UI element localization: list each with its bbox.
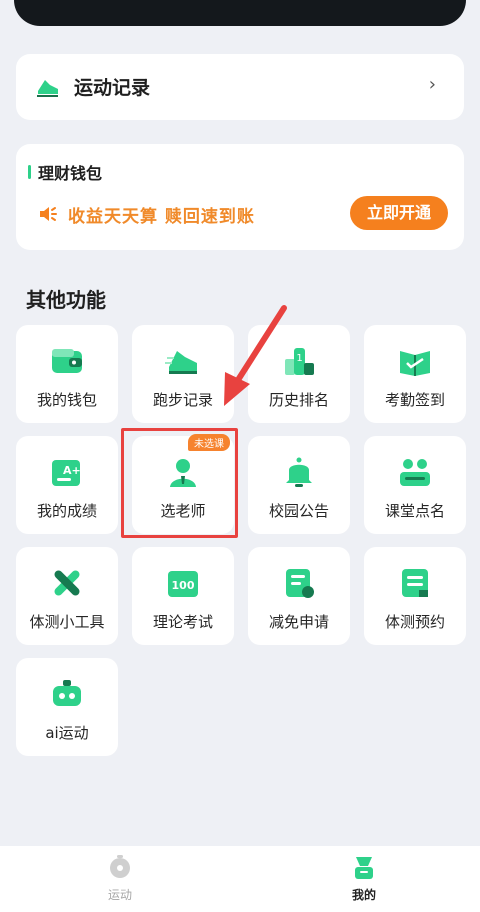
attendance-icon	[400, 351, 430, 376]
chevron-right-icon: ›	[428, 74, 436, 95]
svg-text:1: 1	[296, 353, 302, 364]
function-tile-running-record[interactable]: 跑步记录	[132, 325, 234, 423]
stopwatch-icon	[110, 855, 130, 878]
function-tile-theory-exam[interactable]: 100 理论考试	[132, 547, 234, 645]
exercise-record-card[interactable]: 运动记录 ›	[16, 54, 464, 120]
wallet-promo-text: 收益天天算 赎回速到账	[68, 207, 255, 227]
function-tile-ai-sport[interactable]: ai运动	[16, 658, 118, 756]
function-tile-my-grades[interactable]: A+ 我的成绩	[16, 436, 118, 534]
function-tile-attendance[interactable]: 考勤签到	[364, 325, 466, 423]
tile-label: 跑步记录	[152, 391, 213, 409]
tools-icon	[54, 570, 80, 596]
tile-label: 我的成绩	[36, 502, 97, 520]
exemption-icon	[286, 569, 314, 598]
tab-mine[interactable]: 我的	[324, 854, 404, 903]
open-now-button[interactable]: 立即开通	[350, 196, 448, 230]
highlight-box	[121, 428, 238, 538]
tab-label: 我的	[351, 888, 376, 902]
function-tile-fitness-reservation[interactable]: 体测预约	[364, 547, 466, 645]
bottom-tab-bar: 运动 我的	[0, 846, 480, 912]
reservation-icon	[402, 569, 428, 597]
ranking-icon: 1	[285, 348, 314, 375]
tab-label: 运动	[107, 888, 132, 902]
robot-icon	[53, 680, 81, 706]
function-tile-campus-notice[interactable]: 校园公告	[248, 436, 350, 534]
finance-wallet-card: 理财钱包 收益天天算 赎回速到账 立即开通	[16, 144, 464, 250]
exam-icon: 100	[168, 571, 198, 597]
tab-sport[interactable]: 运动	[80, 854, 160, 903]
section-title: 其他功能	[26, 288, 106, 312]
function-tile-fitness-tools[interactable]: 体测小工具	[16, 547, 118, 645]
svg-text:A+: A+	[63, 464, 81, 477]
user-profile-icon	[355, 857, 373, 879]
tile-label: 历史排名	[268, 391, 329, 409]
function-tile-history-ranking[interactable]: 1 历史排名	[248, 325, 350, 423]
tile-label: 校园公告	[268, 502, 329, 520]
wallet-title: 理财钱包	[38, 164, 103, 183]
wallet-icon	[52, 349, 82, 373]
function-tile-exemption-request[interactable]: 减免申请	[248, 547, 350, 645]
running-shoe-icon	[37, 80, 58, 97]
tile-label: ai运动	[45, 724, 89, 742]
exercise-record-title: 运动记录	[74, 77, 151, 99]
svg-text:100: 100	[172, 579, 195, 592]
tile-label: 体测小工具	[29, 613, 105, 631]
grade-icon: A+	[52, 460, 81, 486]
tile-label: 减免申请	[268, 613, 329, 631]
tile-label: 体测预约	[384, 613, 445, 631]
bell-icon	[286, 457, 312, 487]
function-tile-wallet[interactable]: 我的钱包	[16, 325, 118, 423]
tile-label: 理论考试	[152, 613, 213, 631]
running-shoe-icon	[165, 351, 197, 374]
roll-call-icon	[400, 459, 430, 486]
top-status-bar	[14, 0, 466, 26]
function-tile-roll-call[interactable]: 课堂点名	[364, 436, 466, 534]
tile-label: 考勤签到	[384, 391, 445, 409]
tile-label: 我的钱包	[36, 391, 97, 409]
section-accent-bar	[28, 165, 31, 179]
speaker-icon	[40, 207, 57, 221]
tile-label: 课堂点名	[384, 502, 445, 520]
